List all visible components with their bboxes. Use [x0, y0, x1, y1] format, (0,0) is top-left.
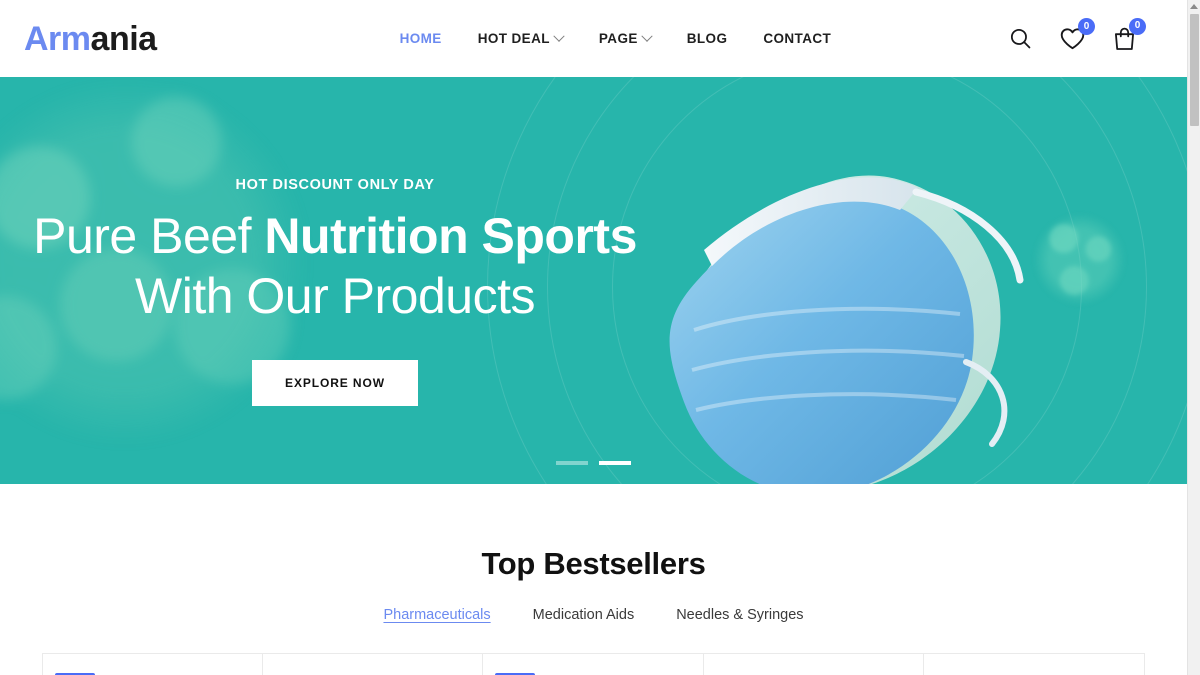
- hero-title-bold: Nutrition Sports: [264, 208, 637, 264]
- hero-slide-dot-2[interactable]: [599, 461, 631, 465]
- nav-item-home-label: HOME: [399, 31, 442, 46]
- chevron-down-icon: [641, 30, 653, 42]
- tab-medication-aids[interactable]: Medication Aids: [533, 607, 635, 625]
- product-card[interactable]: 93%: [42, 654, 263, 675]
- product-card[interactable]: [263, 654, 484, 675]
- nav-item-hot-deal[interactable]: HOT DEAL: [477, 30, 565, 46]
- main-navigation: HOME HOT DEAL PAGE BLOG CONTACT: [400, 30, 832, 46]
- browser-page: Armania HOME HOT DEAL PAGE BLOG CONTACT …: [0, 0, 1200, 675]
- page-viewport: Armania HOME HOT DEAL PAGE BLOG CONTACT …: [0, 0, 1187, 675]
- wishlist-count-badge: 0: [1078, 18, 1095, 35]
- hero-title: Pure Beef Nutrition Sports With Our Prod…: [0, 211, 670, 321]
- nav-item-blog-label: BLOG: [686, 31, 728, 46]
- site-header: Armania HOME HOT DEAL PAGE BLOG CONTACT …: [0, 0, 1187, 77]
- explore-now-button[interactable]: EXPLORE NOW: [252, 360, 418, 406]
- hero-slider-pagination: [0, 461, 1187, 465]
- chevron-up-icon: [1190, 4, 1198, 9]
- search-icon: [1010, 28, 1031, 49]
- hero-title-line2: With Our Products: [135, 268, 535, 324]
- scrollbar-thumb[interactable]: [1190, 14, 1199, 126]
- nav-item-page-label: PAGE: [598, 31, 638, 46]
- logo-text-primary: Arm: [24, 19, 91, 58]
- tab-pharmaceuticals[interactable]: Pharmaceuticals: [383, 607, 490, 625]
- hero-title-light: Pure Beef: [33, 208, 265, 264]
- nav-item-contact[interactable]: CONTACT: [763, 31, 831, 46]
- search-button[interactable]: [1008, 26, 1033, 51]
- hero-eyebrow: HOT DISCOUNT ONLY DAY: [235, 177, 435, 193]
- bestsellers-section: Top Bestsellers Pharmaceuticals Medicati…: [0, 484, 1187, 675]
- chevron-down-icon: [553, 30, 565, 42]
- nav-item-page[interactable]: PAGE: [598, 30, 653, 46]
- nav-item-home[interactable]: HOME: [400, 31, 442, 46]
- vertical-scrollbar[interactable]: [1187, 0, 1200, 675]
- scroll-up-button[interactable]: [1188, 1, 1200, 12]
- page-title: Top Bestsellers: [481, 546, 706, 581]
- wishlist-button[interactable]: 0: [1059, 18, 1095, 51]
- logo-text-secondary: ania: [90, 19, 158, 58]
- hero-content: HOT DISCOUNT ONLY DAY Pure Beef Nutritio…: [0, 77, 670, 406]
- nav-item-hot-deal-label: HOT DEAL: [477, 31, 550, 46]
- nav-item-blog[interactable]: BLOG: [687, 31, 728, 46]
- product-card[interactable]: [924, 654, 1145, 675]
- product-grid: 93% 94%: [42, 653, 1145, 675]
- product-card[interactable]: 94%: [483, 654, 704, 675]
- hero-slide-dot-1[interactable]: [556, 461, 588, 465]
- cart-button[interactable]: 0: [1112, 17, 1146, 52]
- nav-item-contact-label: CONTACT: [763, 31, 832, 46]
- cart-count-badge: 0: [1129, 17, 1146, 35]
- hero-banner: HOT DISCOUNT ONLY DAY Pure Beef Nutritio…: [0, 77, 1187, 484]
- site-logo[interactable]: Armania: [24, 22, 157, 56]
- product-card[interactable]: [704, 654, 925, 675]
- bestsellers-tabs: Pharmaceuticals Medication Aids Needles …: [0, 607, 1187, 625]
- virus-graphic-right-icon: [1027, 207, 1132, 312]
- decorative-arc: [612, 77, 1082, 484]
- header-tools: 0 0: [1008, 17, 1163, 52]
- tab-needles-syringes[interactable]: Needles & Syringes: [676, 607, 803, 625]
